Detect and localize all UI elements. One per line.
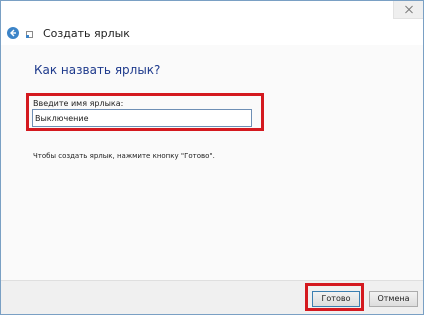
wizard-title: Создать ярлык bbox=[43, 27, 130, 40]
close-button[interactable] bbox=[393, 1, 423, 19]
done-button-highlight-box bbox=[305, 283, 364, 311]
create-shortcut-window: Создать ярлык Как назвать ярлык? Введите… bbox=[0, 0, 424, 315]
cancel-button[interactable]: Отмена bbox=[369, 291, 418, 307]
input-highlight-box bbox=[26, 93, 264, 131]
page-heading: Как назвать ярлык? bbox=[34, 63, 161, 77]
title-bar: Создать ярлык bbox=[1, 1, 423, 45]
back-button[interactable] bbox=[7, 27, 19, 39]
arrow-left-icon bbox=[10, 29, 16, 37]
shortcut-icon bbox=[26, 31, 33, 38]
instruction-text: Чтобы создать ярлык, нажмите кнопку "Гот… bbox=[33, 152, 215, 160]
